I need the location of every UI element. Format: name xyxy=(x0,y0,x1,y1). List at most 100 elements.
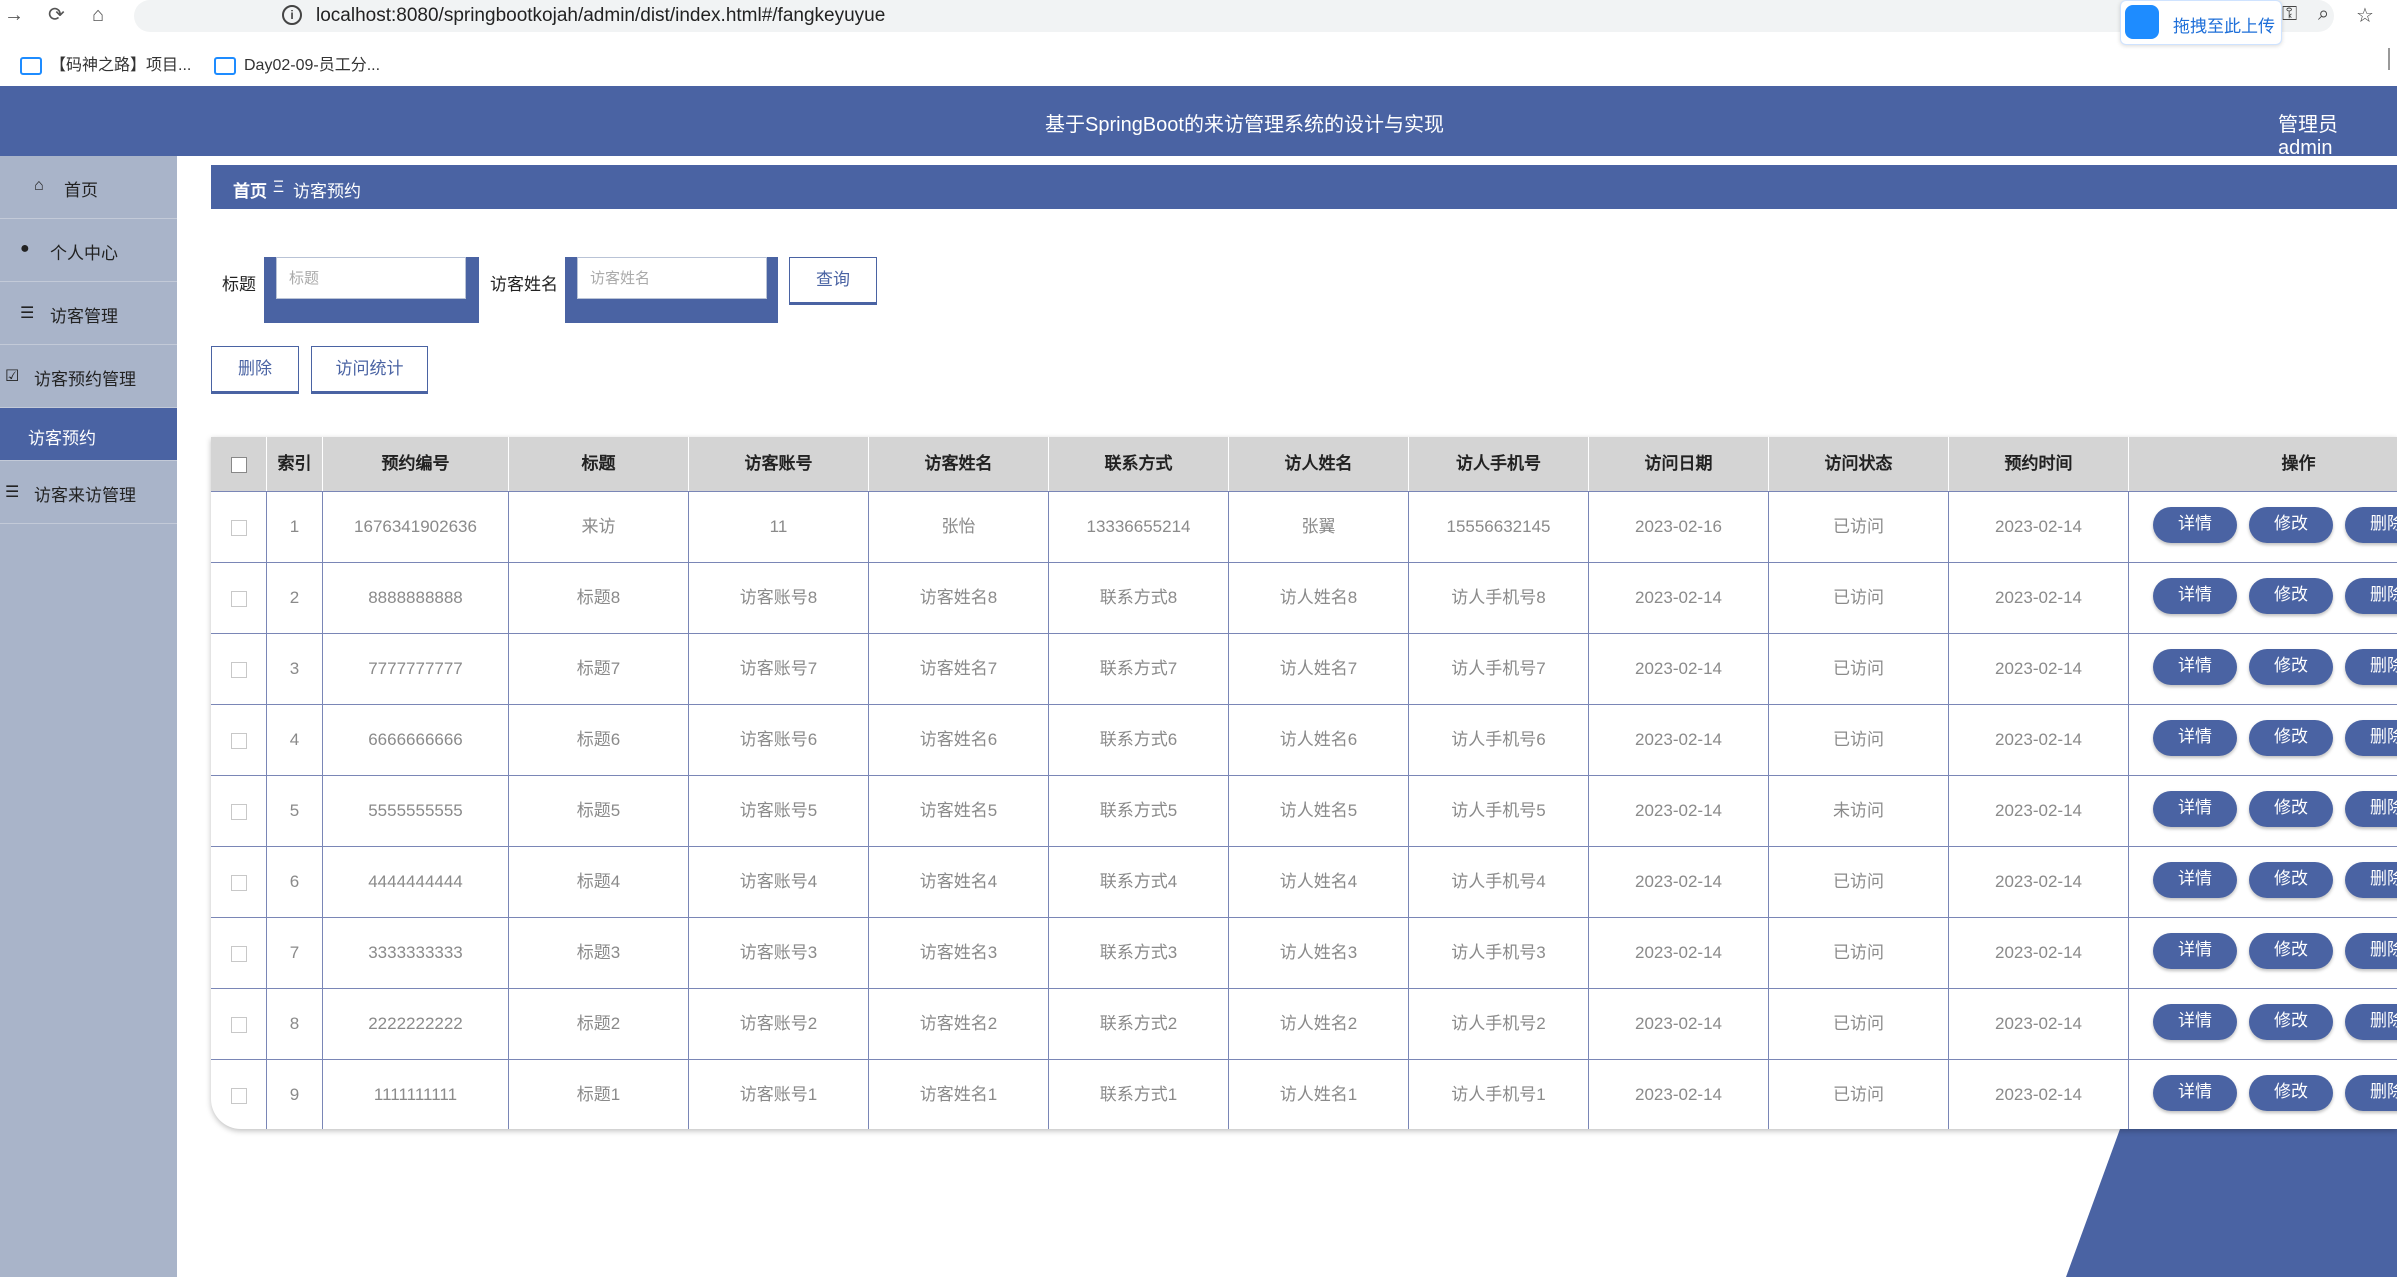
detail-button[interactable]: 详情 xyxy=(2153,1004,2237,1040)
row-checkbox[interactable] xyxy=(230,661,247,678)
column-header[interactable]: 访客账号 xyxy=(689,437,869,491)
table-row: 4 6666666666 标题6 访客账号6 访客姓名6 联系方式6 访人姓名6 访人手机号6… xyxy=(211,704,2397,775)
edit-button[interactable]: 修改 xyxy=(2249,862,2333,898)
user-icon: ● xyxy=(20,240,30,257)
column-header[interactable]: 索引 xyxy=(267,437,323,491)
delete-row-button[interactable]: 删除 xyxy=(2345,862,2397,898)
edit-button[interactable]: 修改 xyxy=(2249,1004,2333,1040)
cell-visitor-name: 访客姓名6 xyxy=(869,705,1049,775)
cell-host-name: 访人姓名6 xyxy=(1229,705,1409,775)
row-checkbox[interactable] xyxy=(230,803,247,820)
row-checkbox[interactable] xyxy=(230,1087,247,1104)
detail-button[interactable]: 详情 xyxy=(2153,1075,2237,1111)
forward-icon[interactable]: → xyxy=(4,3,24,27)
cell-contact: 联系方式1 xyxy=(1049,1060,1229,1129)
sidebar-item-booking-management[interactable]: ☑ 访客预约管理 xyxy=(0,345,177,408)
reload-icon[interactable]: ⟳ xyxy=(48,3,65,27)
title-search-input[interactable]: 标题 xyxy=(276,257,466,299)
cell-account: 访客账号3 xyxy=(689,918,869,988)
edit-button[interactable]: 修改 xyxy=(2249,1075,2333,1111)
breadcrumb-current: 访客预约 xyxy=(293,182,361,201)
cell-account: 访客账号4 xyxy=(689,847,869,917)
row-checkbox[interactable] xyxy=(230,945,247,962)
cell-host-phone: 访人手机号5 xyxy=(1409,776,1589,846)
delete-row-button[interactable]: 删除 xyxy=(2345,1075,2397,1111)
sidebar-item-home[interactable]: ⌂ 首页 xyxy=(0,156,177,219)
bookmark-star-icon[interactable]: ☆ xyxy=(2356,3,2374,28)
name-search-input[interactable]: 访客姓名 xyxy=(577,257,767,299)
delete-row-button[interactable]: 删除 xyxy=(2345,578,2397,614)
query-button[interactable]: 查询 xyxy=(789,257,877,303)
cell-contact: 13336655214 xyxy=(1049,492,1229,562)
select-all-checkbox[interactable] xyxy=(230,456,247,473)
delete-row-button[interactable]: 删除 xyxy=(2345,649,2397,685)
scrollbar[interactable] xyxy=(2388,48,2397,70)
row-checkbox[interactable] xyxy=(230,590,247,607)
cell-visit-date: 2023-02-14 xyxy=(1589,1060,1769,1129)
sidebar-item-label: 个人中心 xyxy=(50,244,118,263)
delete-row-button[interactable]: 删除 xyxy=(2345,1004,2397,1040)
breadcrumb-home[interactable]: 首页 xyxy=(233,177,267,202)
cloud-icon xyxy=(2125,5,2159,39)
column-header[interactable]: 访人手机号 xyxy=(1409,437,1589,491)
sidebar-item-visitor-management[interactable]: ☰ 访客管理 xyxy=(0,282,177,345)
sidebar-item-visit-management[interactable]: ☰ 访客来访管理 xyxy=(0,461,177,524)
detail-button[interactable]: 详情 xyxy=(2153,578,2237,614)
cell-account: 访客账号5 xyxy=(689,776,869,846)
cell-index: 3 xyxy=(267,634,323,704)
url-text[interactable]: localhost:8080/springbootkojah/admin/dis… xyxy=(316,4,885,28)
zoom-icon[interactable]: ⌕ xyxy=(2318,3,2329,26)
edit-button[interactable]: 修改 xyxy=(2249,933,2333,969)
column-header[interactable]: 预约时间 xyxy=(1949,437,2129,491)
delete-row-button[interactable]: 删除 xyxy=(2345,507,2397,543)
detail-button[interactable]: 详情 xyxy=(2153,791,2237,827)
detail-button[interactable]: 详情 xyxy=(2153,862,2237,898)
row-select-cell xyxy=(211,705,267,775)
cell-index: 6 xyxy=(267,847,323,917)
bookmark-item[interactable]: Day02-09-员工分... xyxy=(214,51,380,75)
detail-button[interactable]: 详情 xyxy=(2153,720,2237,756)
detail-button[interactable]: 详情 xyxy=(2153,507,2237,543)
table-row: 6 4444444444 标题4 访客账号4 访客姓名4 联系方式4 访人姓名4 访人手机号4… xyxy=(211,846,2397,917)
row-checkbox[interactable] xyxy=(230,519,247,536)
cell-index: 7 xyxy=(267,918,323,988)
detail-button[interactable]: 详情 xyxy=(2153,649,2237,685)
edit-button[interactable]: 修改 xyxy=(2249,720,2333,756)
bilibili-icon xyxy=(214,56,236,75)
sidebar-item-profile[interactable]: ● 个人中心 xyxy=(0,219,177,282)
visit-stats-button[interactable]: 访问统计 xyxy=(311,346,428,392)
delete-button[interactable]: 删除 xyxy=(211,346,299,392)
column-header[interactable]: 访人姓名 xyxy=(1229,437,1409,491)
edit-button[interactable]: 修改 xyxy=(2249,507,2333,543)
delete-row-button[interactable]: 删除 xyxy=(2345,933,2397,969)
column-header[interactable]: 访客姓名 xyxy=(869,437,1049,491)
delete-row-button[interactable]: 删除 xyxy=(2345,791,2397,827)
upload-drop-button[interactable]: 拖拽至此上传 xyxy=(2120,0,2282,45)
edit-button[interactable]: 修改 xyxy=(2249,791,2333,827)
home-browser-icon[interactable]: ⌂ xyxy=(92,3,104,27)
edit-button[interactable]: 修改 xyxy=(2249,649,2333,685)
cell-booking-time: 2023-02-14 xyxy=(1949,918,2129,988)
bookmark-item[interactable]: 【码神之路】项目... xyxy=(20,51,191,75)
name-search-label: 访客姓名 xyxy=(490,275,558,294)
list-icon: ☰ xyxy=(5,484,20,501)
row-checkbox[interactable] xyxy=(230,1016,247,1033)
edit-button[interactable]: 修改 xyxy=(2249,578,2333,614)
site-info-icon[interactable]: i xyxy=(282,5,302,25)
breadcrumb-separator-icon: Ξ xyxy=(273,177,285,196)
column-header[interactable]: 标题 xyxy=(509,437,689,491)
column-header[interactable]: 预约编号 xyxy=(323,437,509,491)
current-user[interactable]: 管理员 admin xyxy=(2278,108,2397,160)
delete-row-button[interactable]: 删除 xyxy=(2345,720,2397,756)
cell-host-phone: 访人手机号2 xyxy=(1409,989,1589,1059)
row-checkbox[interactable] xyxy=(230,732,247,749)
password-key-icon[interactable]: ⚿ xyxy=(2282,3,2297,26)
cell-actions: 详情 修改 删除 xyxy=(2129,1060,2397,1129)
detail-button[interactable]: 详情 xyxy=(2153,933,2237,969)
column-header[interactable]: 访问状态 xyxy=(1769,437,1949,491)
address-bar[interactable]: i localhost:8080/springbootkojah/admin/d… xyxy=(134,0,2334,32)
column-header[interactable]: 访问日期 xyxy=(1589,437,1769,491)
sidebar-item-booking[interactable]: 访客预约 xyxy=(0,408,177,461)
row-checkbox[interactable] xyxy=(230,874,247,891)
column-header[interactable]: 联系方式 xyxy=(1049,437,1229,491)
